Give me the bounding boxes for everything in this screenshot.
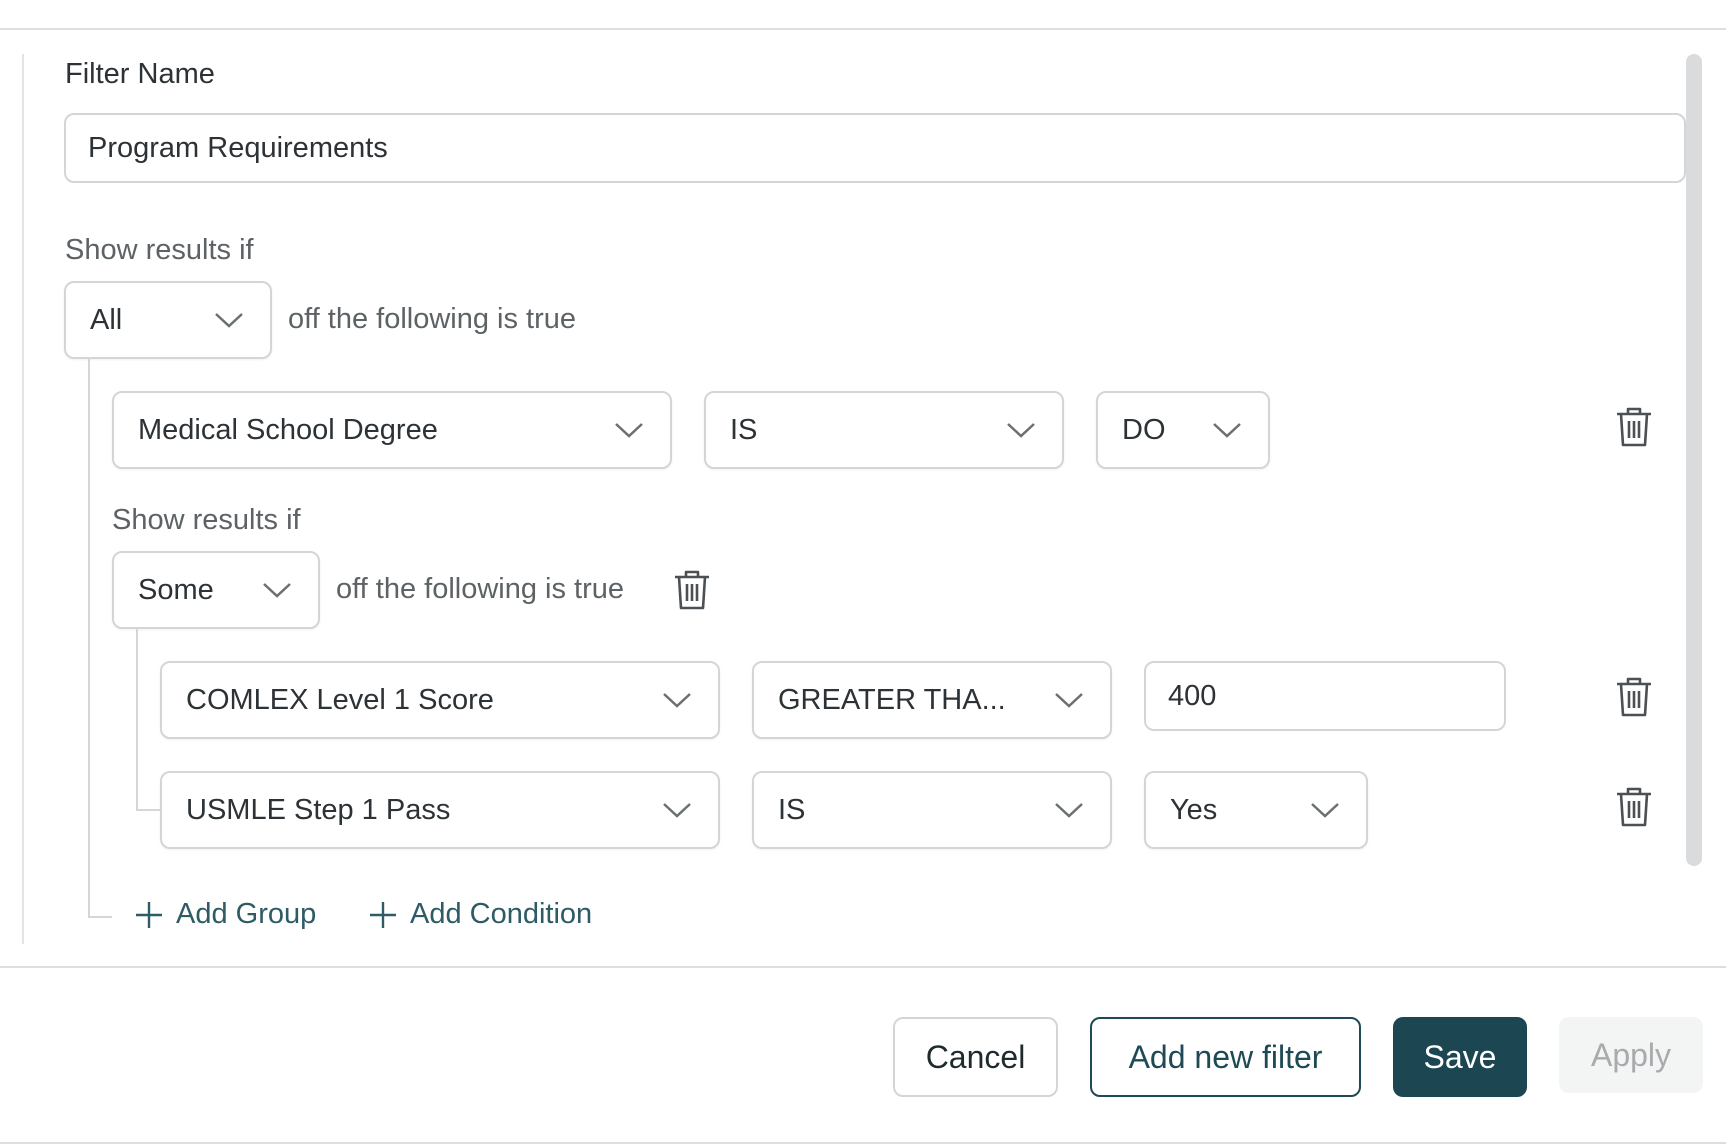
trash-icon[interactable] [1614, 406, 1654, 448]
group-condition-field-value: COMLEX Level 1 Score [186, 683, 494, 716]
scrollbar[interactable] [1686, 54, 1702, 866]
plus-icon [136, 901, 162, 928]
chevron-down-icon [663, 803, 691, 818]
add-group-link[interactable]: Add Group [134, 898, 316, 931]
group-condition-value-value: Yes [1170, 793, 1218, 826]
condition-value-value: DO [1122, 413, 1166, 446]
chevron-down-icon [1055, 803, 1083, 818]
group-condition-field-select[interactable]: USMLE Step 1 Pass [160, 771, 720, 849]
condition-field-value: Medical School Degree [138, 413, 438, 446]
apply-button[interactable]: Apply [1559, 1017, 1703, 1093]
root-quantifier-value: All [90, 303, 123, 336]
plus-icon [370, 901, 396, 928]
group-quantifier-value: Some [138, 573, 214, 606]
show-results-label: Show results if [65, 234, 254, 266]
group-condition-field-select[interactable]: COMLEX Level 1 Score [160, 661, 720, 739]
trash-icon[interactable] [1614, 786, 1654, 828]
chevron-down-icon [615, 423, 643, 438]
group-condition-operator-value: IS [778, 793, 806, 826]
root-tree-branch [88, 916, 112, 918]
save-button[interactable]: Save [1393, 1017, 1527, 1097]
cancel-button[interactable]: Cancel [893, 1017, 1058, 1097]
chevron-down-icon [263, 583, 291, 598]
chevron-down-icon [1007, 423, 1035, 438]
panel-left-border [22, 54, 24, 944]
condition-field-select[interactable]: Medical School Degree [112, 391, 672, 469]
filter-name-value: Program Requirements [88, 131, 388, 164]
group-condition-operator-value: GREATER THA... [778, 683, 1006, 716]
chevron-down-icon [1055, 693, 1083, 708]
chevron-down-icon [663, 693, 691, 708]
root-following-text: off the following is true [288, 303, 577, 335]
group-following-text: off the following is true [336, 573, 625, 605]
filter-name-input[interactable]: Program Requirements [64, 113, 1686, 183]
chevron-down-icon [215, 313, 243, 328]
condition-operator-value: IS [730, 413, 758, 446]
add-condition-label: Add Condition [410, 898, 593, 930]
group-tree-line [136, 629, 138, 811]
group-tree-branch [136, 809, 160, 811]
group-condition-value-select[interactable]: Yes [1144, 771, 1368, 849]
condition-operator-select[interactable]: IS [704, 391, 1064, 469]
group-trash-icon[interactable] [672, 569, 712, 611]
group-quantifier-select[interactable]: Some [112, 551, 320, 629]
group-condition-value-text: 400 [1168, 679, 1217, 712]
group-condition-value-input[interactable]: 400 [1144, 661, 1506, 731]
bottom-divider [0, 1142, 1726, 1144]
trash-icon[interactable] [1614, 676, 1654, 718]
add-new-filter-button[interactable]: Add new filter [1090, 1017, 1361, 1097]
filter-name-label: Filter Name [65, 58, 215, 90]
condition-value-select[interactable]: DO [1096, 391, 1270, 469]
root-quantifier-select[interactable]: All [64, 281, 272, 359]
group-condition-field-value: USMLE Step 1 Pass [186, 793, 451, 826]
group-condition-operator-select[interactable]: IS [752, 771, 1112, 849]
add-group-label: Add Group [176, 898, 317, 930]
root-tree-line [88, 359, 90, 918]
chevron-down-icon [1213, 423, 1241, 438]
chevron-down-icon [1311, 803, 1339, 818]
group-show-results-label: Show results if [112, 504, 301, 536]
top-divider [0, 28, 1726, 30]
footer-divider [0, 966, 1726, 968]
add-condition-link[interactable]: Add Condition [368, 898, 592, 931]
group-condition-operator-select[interactable]: GREATER THA... [752, 661, 1112, 739]
